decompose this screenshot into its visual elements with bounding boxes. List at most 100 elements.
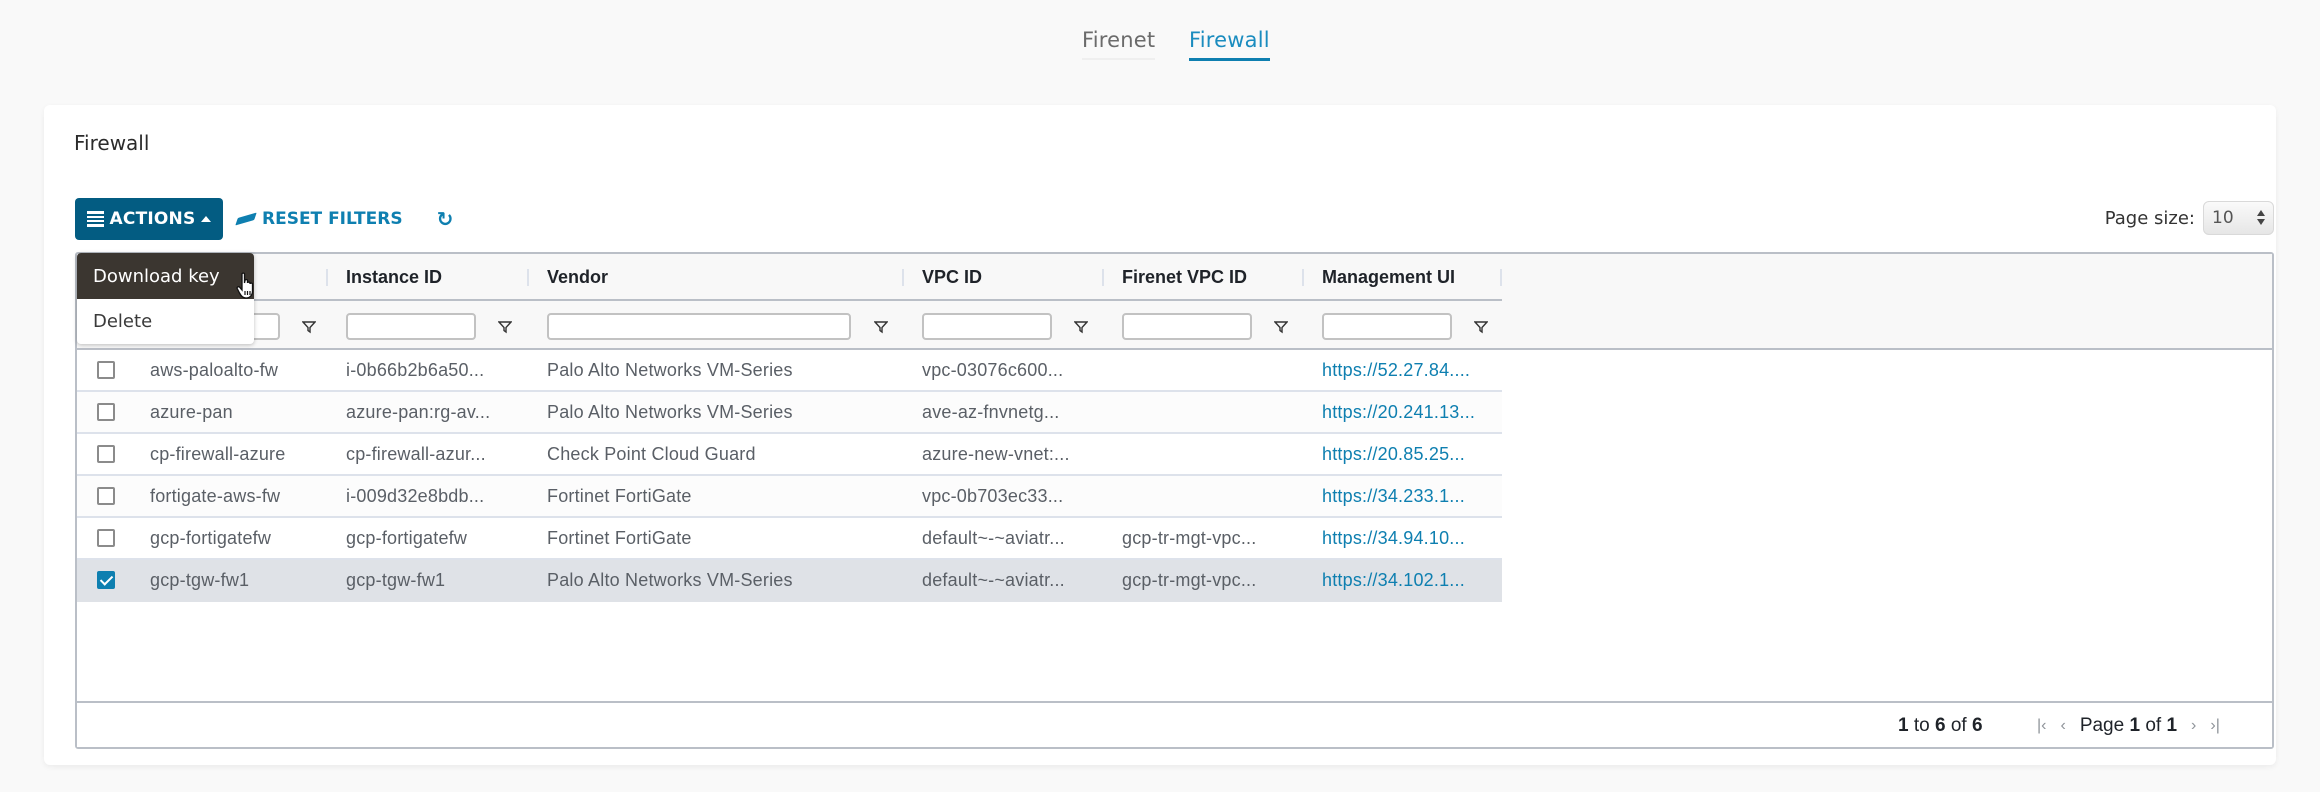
- cell-management-ui[interactable]: https://20.241.13...: [1304, 392, 1502, 432]
- cell-firenet-vpc-id: gcp-tr-mgt-vpc...: [1122, 569, 1257, 590]
- page-size-control: Page size: 10: [2105, 201, 2274, 235]
- filter-cell-vendor: [529, 303, 904, 350]
- cell-vpc-id: azure-new-vnet:...: [922, 443, 1070, 464]
- actions-button[interactable]: ACTIONS: [75, 198, 223, 240]
- header-vpc-id-label: VPC ID: [922, 267, 983, 287]
- cell-firenet-vpc-id: [1104, 392, 1304, 432]
- row-checkbox[interactable]: [97, 361, 115, 379]
- cell-instance-id: cp-firewall-azur...: [346, 443, 486, 464]
- cell-instance-id: i-0b66b2b6a50...: [346, 359, 485, 380]
- filter-input-firenet-vpc-id[interactable]: [1122, 313, 1252, 340]
- last-page-icon[interactable]: ›|: [2210, 717, 2219, 735]
- current-page: 1: [2129, 715, 2141, 736]
- header-vpc-id[interactable]: VPC ID: [904, 254, 1104, 301]
- header-row: Name Instance ID Vendor VPC ID Firenet V…: [77, 254, 1502, 301]
- summary-from: 1: [1898, 715, 1909, 736]
- list-icon: [86, 211, 104, 227]
- page-size-select[interactable]: 10: [2203, 201, 2274, 235]
- cell-vendor: Fortinet FortiGate: [547, 485, 692, 506]
- row-checkbox[interactable]: [97, 487, 115, 505]
- cell-vpc-id: vpc-0b703ec33...: [922, 485, 1064, 506]
- filter-icon[interactable]: [1474, 320, 1488, 334]
- filter-icon[interactable]: [498, 320, 512, 334]
- row-summary: 1 to 6 of 6: [1898, 715, 1983, 737]
- table-row[interactable]: fortigate-aws-fw i-009d32e8bdb... Fortinet…: [77, 476, 1502, 518]
- summary-of-word: of: [1950, 715, 1967, 736]
- cell-vendor: Palo Alto Networks VM-Series: [547, 569, 793, 590]
- grid-header: Name Instance ID Vendor VPC ID Firenet V…: [77, 254, 2272, 350]
- grid-footer: 1 to 6 of 6 |‹ ‹ Page 1 of 1 › ›|: [77, 701, 2272, 747]
- cell-vendor: Palo Alto Networks VM-Series: [547, 359, 793, 380]
- header-management-ui[interactable]: Management UI: [1304, 254, 1502, 301]
- select-arrows-icon: [2257, 210, 2265, 225]
- refresh-button[interactable]: ↻: [432, 198, 458, 240]
- page-of-word: of: [2145, 715, 2162, 736]
- page-tabs: Firenet Firewall: [0, 0, 2320, 80]
- cell-management-ui[interactable]: https://52.27.84....: [1304, 350, 1502, 390]
- actions-label: ACTIONS: [109, 209, 196, 229]
- tab-firewall[interactable]: Firewall: [1189, 28, 1270, 61]
- caret-up-icon: [201, 216, 212, 222]
- cell-vendor: Palo Alto Networks VM-Series: [547, 401, 793, 422]
- menu-item-download-key[interactable]: Download key: [77, 253, 254, 299]
- filter-input-vpc-id[interactable]: [922, 313, 1052, 340]
- prev-page-icon[interactable]: ‹: [2060, 717, 2065, 735]
- card-title: Firewall: [74, 131, 150, 155]
- filter-row: [77, 303, 1502, 350]
- cell-instance-id: gcp-tgw-fw1: [346, 569, 446, 590]
- cell-vpc-id: vpc-03076c600...: [922, 359, 1064, 380]
- filter-icon[interactable]: [874, 320, 888, 334]
- row-checkbox[interactable]: [97, 445, 115, 463]
- total-pages: 1: [2166, 715, 2178, 736]
- cell-vpc-id: default~-~aviatr...: [922, 527, 1065, 548]
- summary-to-word: to: [1913, 715, 1930, 736]
- table-row[interactable]: gcp-tgw-fw1 gcp-tgw-fw1 Palo Alto Networks…: [77, 560, 1502, 602]
- cell-management-ui[interactable]: https://34.102.1...: [1304, 560, 1502, 600]
- page-indicator: Page 1 of 1: [2080, 715, 2177, 737]
- header-vendor[interactable]: Vendor: [529, 254, 904, 301]
- header-management-ui-label: Management UI: [1322, 267, 1456, 287]
- filter-cell-firenet-vpc-id: [1104, 303, 1304, 350]
- summary-total: 6: [1972, 715, 1983, 736]
- table-row[interactable]: gcp-fortigatefw gcp-fortigatefw Fortinet F…: [77, 518, 1502, 560]
- header-instance-id-label: Instance ID: [346, 267, 443, 287]
- eraser-icon: [235, 212, 257, 226]
- filter-input-management-ui[interactable]: [1322, 313, 1452, 340]
- table-row[interactable]: aws-paloalto-fw i-0b66b2b6a50... Palo Alto…: [77, 350, 1502, 392]
- header-instance-id[interactable]: Instance ID: [328, 254, 529, 301]
- menu-item-delete[interactable]: Delete: [77, 299, 254, 344]
- row-checkbox[interactable]: [97, 403, 115, 421]
- header-firenet-vpc-id[interactable]: Firenet VPC ID: [1104, 254, 1304, 301]
- cell-instance-id: gcp-fortigatefw: [346, 527, 468, 548]
- cell-management-ui[interactable]: https://34.233.1...: [1304, 476, 1502, 516]
- filter-input-vendor[interactable]: [547, 313, 851, 340]
- firewall-card: Firewall ACTIONS RESET FILTERS ↻ Page si…: [44, 105, 2276, 765]
- firewall-grid: Name Instance ID Vendor VPC ID Firenet V…: [75, 252, 2274, 749]
- filter-icon[interactable]: [1274, 320, 1288, 334]
- cell-firenet-vpc-id: gcp-tr-mgt-vpc...: [1122, 527, 1257, 548]
- next-page-icon[interactable]: ›: [2191, 717, 2196, 735]
- filter-icon[interactable]: [302, 320, 316, 334]
- pager: |‹ ‹ Page 1 of 1 › ›|: [2037, 715, 2220, 737]
- cell-vendor: Fortinet FortiGate: [547, 527, 692, 548]
- column-resize-handle[interactable]: [1500, 269, 1502, 286]
- cell-firenet-vpc-id: [1104, 434, 1304, 474]
- header-firenet-vpc-id-label: Firenet VPC ID: [1122, 267, 1248, 287]
- first-page-icon[interactable]: |‹: [2037, 717, 2046, 735]
- header-vendor-label: Vendor: [547, 267, 609, 287]
- cell-management-ui[interactable]: https://34.94.10...: [1304, 518, 1502, 558]
- filter-icon[interactable]: [1074, 320, 1088, 334]
- actions-menu: Download key Delete: [77, 253, 254, 344]
- row-checkbox[interactable]: [97, 571, 115, 589]
- tab-firenet[interactable]: Firenet: [1082, 28, 1156, 60]
- filter-input-instance-id[interactable]: [346, 313, 476, 340]
- table-row[interactable]: azure-pan azure-pan:rg-av... Palo Alto Net…: [77, 392, 1502, 434]
- page-word: Page: [2079, 715, 2125, 736]
- reset-filters-button[interactable]: RESET FILTERS: [235, 198, 403, 240]
- cell-name: gcp-fortigatefw: [150, 527, 272, 548]
- cell-management-ui[interactable]: https://20.85.25...: [1304, 434, 1502, 474]
- row-checkbox[interactable]: [97, 529, 115, 547]
- table-row[interactable]: cp-firewall-azure cp-firewall-azur... Chec…: [77, 434, 1502, 476]
- cell-firenet-vpc-id: [1104, 476, 1304, 516]
- page-size-label: Page size:: [2104, 207, 2195, 229]
